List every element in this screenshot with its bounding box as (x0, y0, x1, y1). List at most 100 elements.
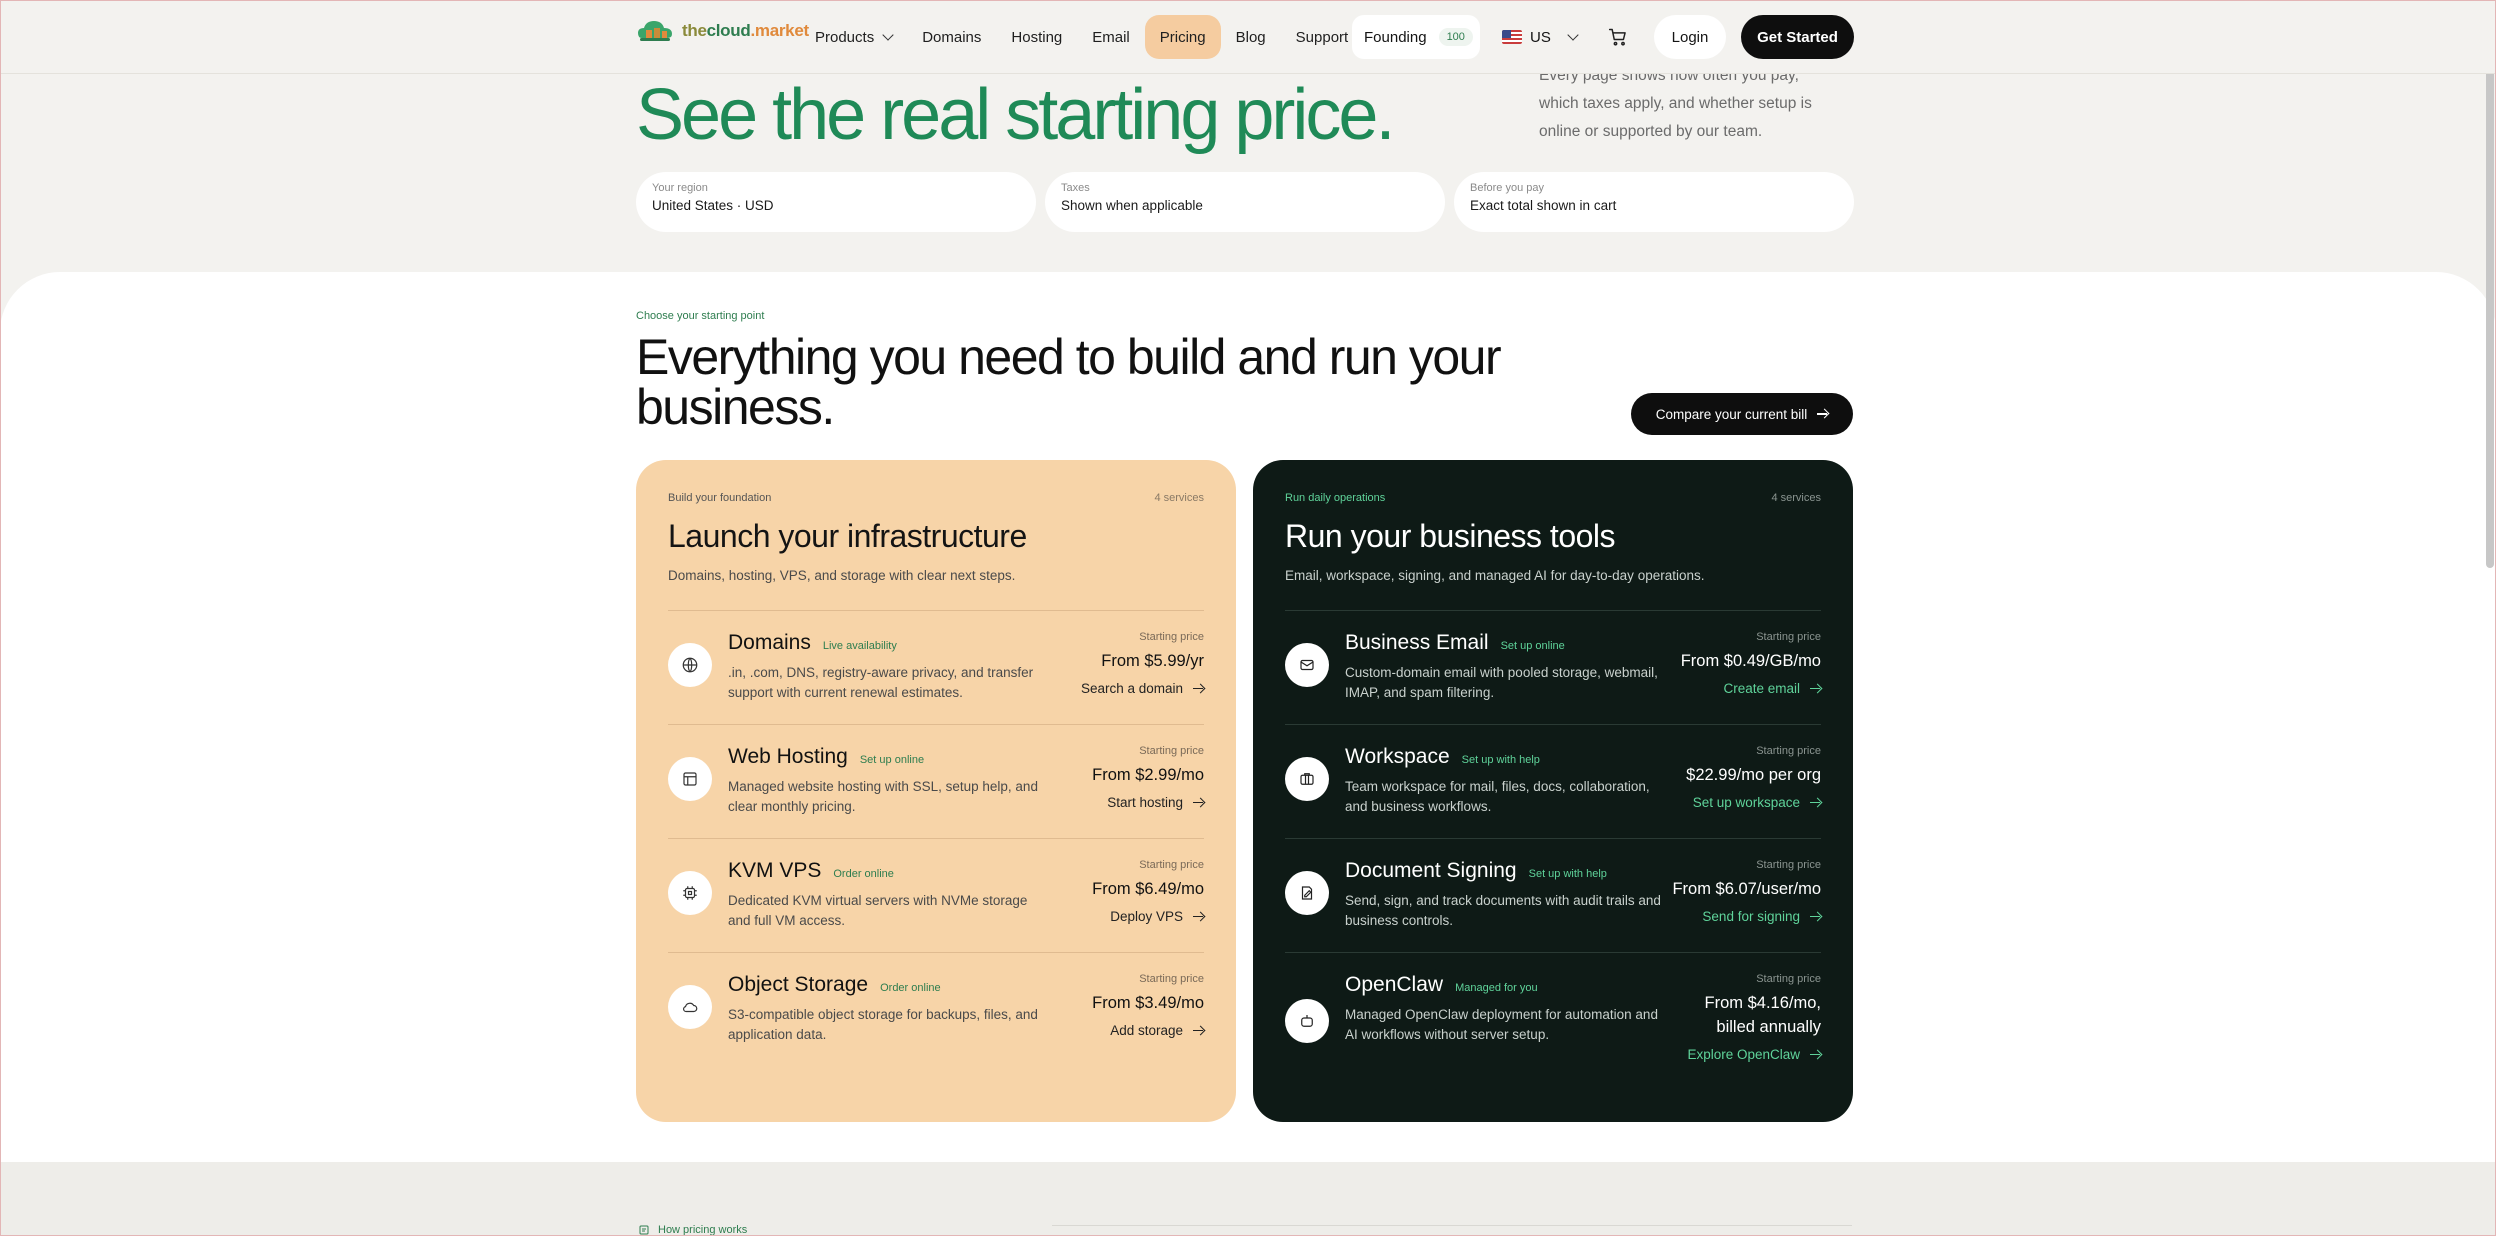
arrow-right-icon (1810, 912, 1821, 922)
service-tag: Live availability (822, 640, 897, 652)
taxes-pill: Taxes Shown when applicable (1045, 172, 1445, 232)
section-title: Everything you need to build and run you… (636, 329, 1502, 435)
service-row-document-signing: Document Signing Set up with help Send, s… (1285, 838, 1821, 952)
service-price: From $6.07/user/mo (1672, 880, 1821, 898)
logo[interactable]: thecloud.market (636, 16, 809, 46)
arrow-right-icon (1810, 798, 1821, 808)
mail-icon (1285, 643, 1329, 687)
business-tools-card: Run daily operations 4 services Run your… (1253, 460, 1853, 1122)
info-icon (639, 1225, 649, 1235)
nav-domains[interactable]: Domains (907, 15, 996, 59)
set-up-workspace-link[interactable]: Set up workspace (1693, 795, 1821, 810)
login-button[interactable]: Login (1654, 15, 1726, 59)
service-row-workspace: Workspace Set up with help Team workspace… (1285, 724, 1821, 838)
link-label: Create email (1723, 681, 1800, 696)
service-price: From $5.99/yr (1101, 652, 1204, 670)
price-label: Starting price (1139, 745, 1204, 757)
pill-value: Shown when applicable (1061, 198, 1203, 213)
service-desc: S3-compatible object storage for backups… (728, 1007, 1038, 1042)
service-tag: Managed for you (1455, 982, 1538, 994)
nav-products-label: Products (815, 28, 875, 46)
scrollbar[interactable] (2486, 48, 2494, 568)
hero-title: See the real starting price. (636, 75, 1395, 155)
briefcase-icon (1285, 757, 1329, 801)
price-label: Starting price (1756, 745, 1821, 757)
service-list: Domains Live availability .in, .com, DNS,… (668, 610, 1204, 1066)
create-email-link[interactable]: Create email (1723, 681, 1821, 696)
pill-label: Your region (652, 182, 708, 194)
nav-support[interactable]: Support (1281, 15, 1364, 59)
link-label: Set up workspace (1692, 795, 1800, 810)
price-label: Starting price (1139, 631, 1204, 643)
service-name: Domains (728, 631, 811, 654)
get-started-button[interactable]: Get Started (1741, 15, 1854, 59)
link-label: Send for signing (1702, 909, 1800, 924)
arrow-right-icon (1193, 798, 1204, 808)
service-name: Business Email (1345, 631, 1489, 654)
service-row-openclaw: OpenClaw Managed for you Managed OpenClaw… (1285, 952, 1821, 1092)
cart-button[interactable] (1598, 15, 1638, 59)
nav-blog[interactable]: Blog (1221, 15, 1281, 59)
arrow-right-icon (1817, 409, 1828, 419)
divider (1052, 1225, 1852, 1226)
deploy-vps-link[interactable]: Deploy VPS (1110, 909, 1204, 924)
how-pricing-eyebrow: How pricing works (638, 1224, 747, 1236)
sign-icon (1285, 871, 1329, 915)
nav-email[interactable]: Email (1077, 15, 1145, 59)
service-desc: .in, .com, DNS, registry-aware privacy, … (728, 665, 1034, 700)
cpu-icon (668, 871, 712, 915)
service-desc: Send, sign, and track documents with aud… (1345, 893, 1661, 928)
cart-icon (1608, 28, 1626, 46)
link-label: Add storage (1110, 1023, 1183, 1038)
service-tag: Order online (880, 982, 941, 994)
service-desc: Managed OpenClaw deployment for automati… (1345, 1007, 1658, 1042)
infrastructure-card: Build your foundation 4 services Launch … (636, 460, 1236, 1122)
service-price: From $2.99/mo (1092, 766, 1204, 784)
nav-hosting[interactable]: Hosting (996, 15, 1077, 59)
service-price: From $0.49/GB/mo (1680, 652, 1821, 670)
add-storage-link[interactable]: Add storage (1110, 1023, 1204, 1038)
region-pill: Your region United States · USD (636, 172, 1036, 232)
arrow-right-icon (1193, 912, 1204, 922)
region-selector[interactable]: US (1502, 15, 1579, 59)
nav-pricing[interactable]: Pricing (1144, 15, 1221, 59)
chevron-down-icon (1567, 29, 1579, 41)
pill-label: Before you pay (1470, 182, 1544, 194)
compare-bill-button[interactable]: Compare your current bill (1631, 393, 1853, 435)
card-title: Run your business tools (1285, 518, 1616, 554)
founding-badge: 100 (1438, 28, 1473, 46)
arrow-right-icon (1193, 684, 1204, 694)
before-pay-pill: Before you pay Exact total shown in cart (1454, 172, 1854, 232)
card-desc: Domains, hosting, VPS, and storage with … (668, 568, 1016, 583)
service-price: $22.99/mo per org (1686, 766, 1821, 784)
link-label: Start hosting (1107, 795, 1183, 810)
nav-products[interactable]: Products (800, 15, 907, 59)
cloud-logo-icon (636, 16, 676, 46)
logo-part-the: the (682, 21, 707, 40)
chevron-down-icon (882, 29, 894, 41)
service-row-domains: Domains Live availability .in, .com, DNS,… (668, 610, 1204, 724)
explore-openclaw-link[interactable]: Explore OpenClaw (1687, 1047, 1821, 1062)
section-eyebrow: Choose your starting point (636, 310, 765, 322)
service-row-object-storage: Object Storage Order online S3-compatible… (668, 952, 1204, 1066)
link-label: Search a domain (1080, 681, 1183, 696)
send-for-signing-link[interactable]: Send for signing (1702, 909, 1821, 924)
how-pricing-label: How pricing works (658, 1224, 748, 1236)
founding-label: Founding (1364, 28, 1427, 46)
search-domain-link[interactable]: Search a domain (1081, 681, 1204, 696)
service-tag: Set up with help (1528, 868, 1607, 880)
pill-value: United States · USD (652, 198, 774, 213)
logo-part-cloud: cloud (706, 21, 751, 40)
service-list: Business Email Set up online Custom-domai… (1285, 610, 1821, 1092)
service-price: From $6.49/mo (1092, 880, 1204, 898)
nav-links: Products Domains Hosting Email Pricing B… (800, 15, 1363, 59)
service-name: Web Hosting (728, 745, 848, 768)
service-desc: Managed website hosting with SSL, setup … (728, 779, 1038, 814)
start-hosting-link[interactable]: Start hosting (1107, 795, 1204, 810)
service-price: From $3.49/mo (1092, 994, 1204, 1012)
card-count: 4 services (1154, 492, 1204, 504)
price-label: Starting price (1756, 631, 1821, 643)
price-label: Starting price (1139, 973, 1204, 985)
founding-button[interactable]: Founding 100 (1352, 15, 1480, 59)
top-nav: thecloud.market Products Domains Hosting… (0, 0, 2496, 74)
